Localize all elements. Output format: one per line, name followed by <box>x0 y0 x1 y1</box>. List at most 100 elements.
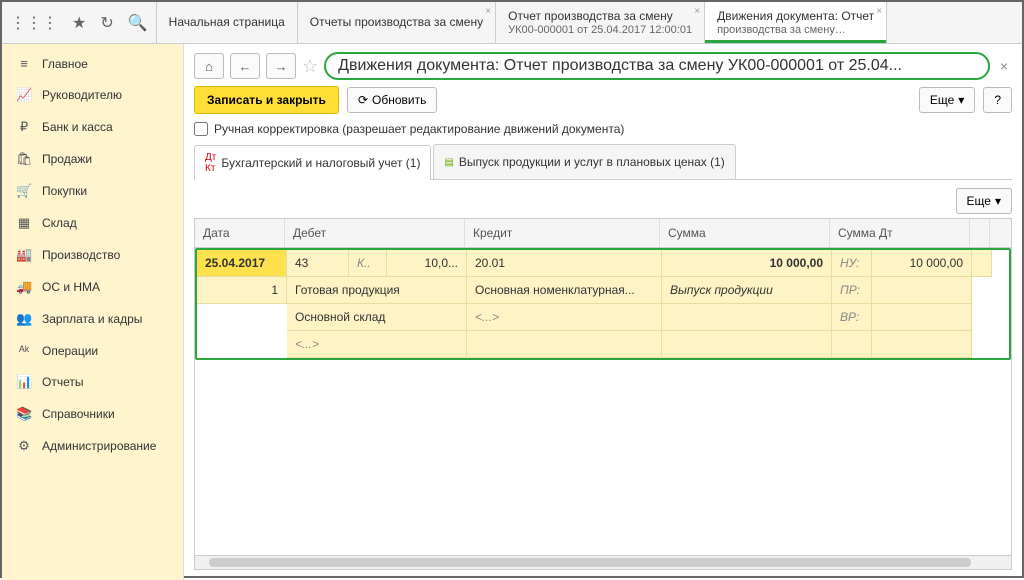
manual-edit-row: Ручная корректировка (разрешает редактир… <box>194 122 1012 136</box>
main-panel: ⌂ ← → ☆ Движения документа: Отчет произв… <box>184 44 1022 580</box>
sidebar-item-bank[interactable]: ₽Банк и касса <box>2 111 183 143</box>
refresh-button[interactable]: ⟳Обновить <box>347 87 437 113</box>
cell-empty <box>972 250 992 277</box>
action-toolbar: Записать и закрыть ⟳Обновить Еще ▾ ? <box>194 86 1012 114</box>
cell-sum-desc: Выпуск продукции <box>662 277 832 304</box>
col-extra[interactable] <box>970 219 990 247</box>
close-icon[interactable]: × <box>876 6 882 17</box>
top-tabs: Начальная страница Отчеты производства з… <box>157 2 1022 43</box>
cell-vr-label: ВР: <box>832 304 872 331</box>
sidebar-item-assets[interactable]: 🚚ОС и НМА <box>2 271 183 303</box>
cell-empty <box>662 331 832 358</box>
ruble-icon: ₽ <box>16 119 32 135</box>
subtabs: ДтКтБухгалтерский и налоговый учет (1) ▤… <box>194 144 1012 180</box>
topbar-icons: ⋮⋮⋮ ★ ↻ 🔍 <box>2 2 157 43</box>
cell-nu-label: НУ: <box>832 250 872 277</box>
bag-icon: 🛍 <box>16 151 32 167</box>
sidebar-item-label: Зарплата и кадры <box>42 312 142 326</box>
cell-credit-line3: <...> <box>467 304 662 331</box>
more-button[interactable]: Еще ▾ <box>919 87 975 113</box>
table-header: Дата Дебет Кредит Сумма Сумма Дт <box>195 219 1011 248</box>
books-icon: 📚 <box>16 406 32 422</box>
tab-movements[interactable]: Движения документа: Отчет производства з… <box>705 2 887 43</box>
col-debit[interactable]: Дебет <box>285 219 465 247</box>
page-title: Движения документа: Отчет производства з… <box>324 52 990 80</box>
gear-icon: ⚙ <box>16 438 32 454</box>
sidebar-item-warehouse[interactable]: ▦ Склад <box>2 207 183 239</box>
star-icon[interactable]: ★ <box>72 13 86 33</box>
people-icon: 👥 <box>16 311 32 327</box>
col-credit[interactable]: Кредит <box>465 219 660 247</box>
cell-debit-line3: Основной склад <box>287 304 467 331</box>
help-button[interactable]: ? <box>983 87 1012 113</box>
sidebar-item-directories[interactable]: 📚 Справочники <box>2 398 183 430</box>
sidebar-item-reports[interactable]: 📊Отчеты <box>2 366 183 398</box>
col-sumdt[interactable]: Сумма Дт <box>830 219 970 247</box>
sidebar-item-label: Руководителю <box>42 88 122 102</box>
sidebar-item-label: Операции <box>42 344 98 358</box>
back-button[interactable]: ← <box>230 53 260 79</box>
cart-icon: 🛒 <box>16 183 32 199</box>
cell-debit-line2: Готовая продукция <box>287 277 467 304</box>
cell-debit-account: 43 <box>287 250 349 277</box>
search-icon[interactable]: 🔍 <box>128 13 148 33</box>
sidebar-item-main[interactable]: ≡Главное <box>2 48 183 79</box>
table-toolbar: Еще ▾ <box>194 188 1012 214</box>
table-more-button[interactable]: Еще ▾ <box>956 188 1012 214</box>
cell-debit-k: К.. <box>349 250 387 277</box>
cell-empty <box>872 277 972 304</box>
cell-rownum: 1 <box>197 277 287 304</box>
favorite-icon[interactable]: ☆ <box>302 56 318 77</box>
close-icon[interactable]: × <box>485 6 491 17</box>
forward-button[interactable]: → <box>266 53 296 79</box>
tab-reports[interactable]: Отчеты производства за смену × <box>298 2 496 43</box>
sidebar-item-sales[interactable]: 🛍Продажи <box>2 143 183 175</box>
factory-icon: 🏭 <box>16 247 32 263</box>
cell-empty <box>832 331 872 358</box>
chart-icon: 📈 <box>16 87 32 103</box>
refresh-icon: ⟳ <box>358 93 368 107</box>
apps-icon[interactable]: ⋮⋮⋮ <box>10 13 58 33</box>
save-close-button[interactable]: Записать и закрыть <box>194 86 339 114</box>
cell-sumdt: 10 000,00 <box>872 250 972 277</box>
history-icon[interactable]: ↻ <box>100 13 113 33</box>
col-sum[interactable]: Сумма <box>660 219 830 247</box>
sidebar-item-label: Склад <box>42 216 77 230</box>
cell-credit-line2: Основная номенклатурная... <box>467 277 662 304</box>
chevron-down-icon: ▾ <box>958 93 964 107</box>
cell-empty <box>872 331 972 358</box>
cell-sum: 10 000,00 <box>662 250 832 277</box>
manual-edit-label: Ручная корректировка (разрешает редактир… <box>214 122 624 136</box>
sidebar-item-production[interactable]: 🏭 Производство <box>2 239 183 271</box>
sidebar-item-manager[interactable]: 📈 Руководителю <box>2 79 183 111</box>
cell-credit-empty <box>467 331 662 358</box>
close-icon[interactable]: × <box>694 6 700 17</box>
sidebar-item-label: Администрирование <box>42 439 156 453</box>
subtab-accounting[interactable]: ДтКтБухгалтерский и налоговый учет (1) <box>194 145 431 180</box>
manual-edit-checkbox[interactable] <box>194 122 208 136</box>
col-date[interactable]: Дата <box>195 219 285 247</box>
sidebar-item-payroll[interactable]: 👥 Зарплата и кадры <box>2 303 183 335</box>
table-row[interactable]: 25.04.2017 1 43 К.. 10,0... Готовая прод… <box>195 248 1011 360</box>
top-bar: ⋮⋮⋮ ★ ↻ 🔍 Начальная страница Отчеты прои… <box>2 2 1022 44</box>
sidebar-item-label: Покупки <box>42 184 87 198</box>
ledger-icon: ᴬᵏ <box>16 343 32 358</box>
sidebar-item-label: Справочники <box>42 407 115 421</box>
sidebar-item-admin[interactable]: ⚙ Администрирование <box>2 430 183 462</box>
sidebar-item-purchases[interactable]: 🛒 Покупки <box>2 175 183 207</box>
tab-report-doc[interactable]: Отчет производства за смену УК00-000001 … <box>496 2 705 43</box>
sidebar-item-label: Главное <box>42 57 88 71</box>
horizontal-scrollbar[interactable] <box>195 555 1011 569</box>
home-button[interactable]: ⌂ <box>194 53 224 79</box>
subtab-output[interactable]: ▤Выпуск продукции и услуг в плановых цен… <box>433 144 735 179</box>
cell-date: 25.04.2017 <box>197 250 287 277</box>
sidebar-item-label: ОС и НМА <box>42 280 100 294</box>
grid-icon: ▦ <box>16 215 32 231</box>
sidebar: ≡Главное 📈Руководителю ₽Банк и касса 🛍Пр… <box>2 44 184 580</box>
chevron-down-icon: ▾ <box>995 194 1001 208</box>
close-icon[interactable]: × <box>996 58 1012 74</box>
tab-home[interactable]: Начальная страница <box>157 2 298 43</box>
sidebar-item-operations[interactable]: ᴬᵏ Операции <box>2 335 183 366</box>
ledger-icon: ДтКт <box>205 152 216 174</box>
sidebar-item-label: Производство <box>42 248 120 262</box>
